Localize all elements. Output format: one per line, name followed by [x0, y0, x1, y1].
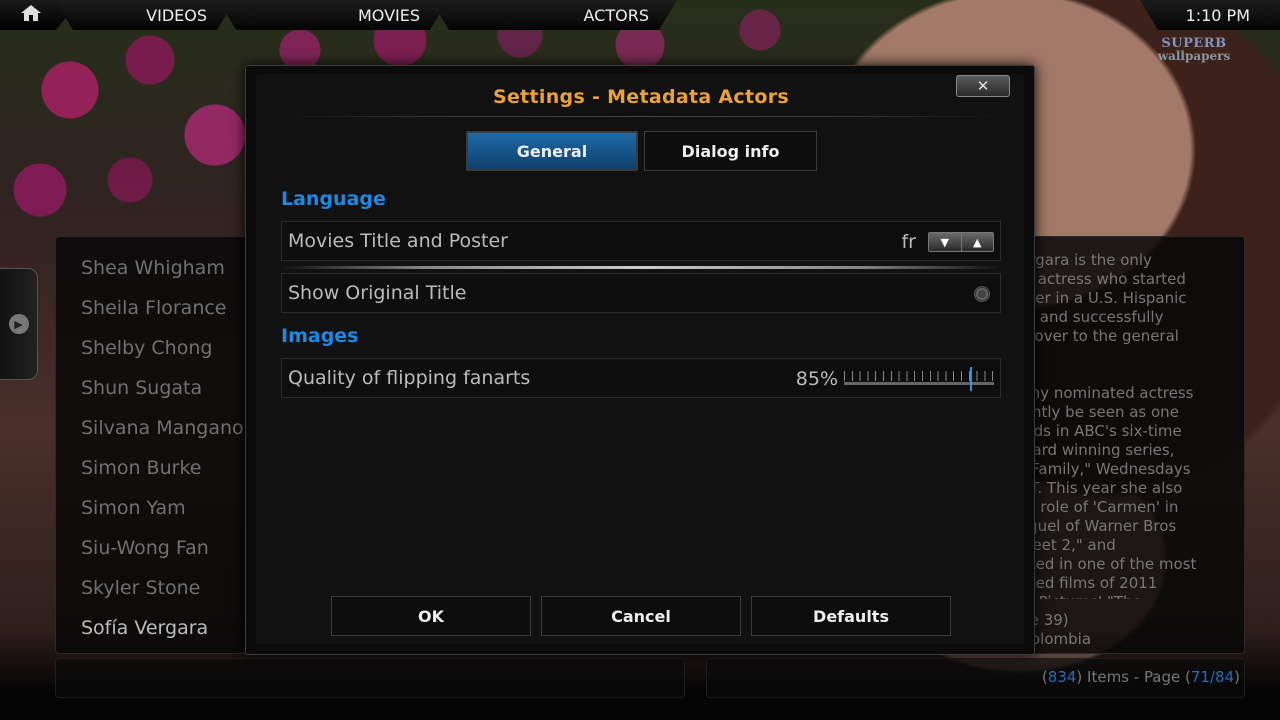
items-page-counter: (834) Items - Page (71/84)	[1041, 668, 1240, 686]
items-label: Items - Page	[1087, 668, 1181, 686]
section-heading-language: Language	[281, 188, 386, 210]
home-icon	[20, 4, 42, 26]
bottom-left-panel	[55, 658, 685, 698]
actor-info-panel: Vergara is the only nic actress who star…	[1000, 236, 1245, 654]
language-value: fr	[901, 231, 916, 253]
spin-up-icon[interactable]: ▲	[960, 233, 993, 251]
clock-time: 1:10 PM	[1185, 5, 1250, 25]
nav-videos[interactable]: VIDEOS	[55, 0, 235, 30]
nav-videos-label: VIDEOS	[146, 5, 207, 25]
cancel-label: Cancel	[611, 606, 671, 626]
page-current: 71	[1190, 668, 1210, 686]
side-menu-button[interactable]: ▶	[0, 268, 38, 380]
setting-label: Movies Title and Poster	[288, 230, 508, 252]
settings-dialog: Settings - Metadata Actors ✕ General Dia…	[245, 65, 1035, 655]
slider-handle[interactable]	[969, 367, 972, 391]
actor-birthplace: , Colombia	[1011, 630, 1092, 648]
quality-slider[interactable]	[844, 367, 994, 391]
close-button[interactable]: ✕	[956, 75, 1010, 97]
items-count: 834	[1047, 668, 1077, 686]
actors-list: Shea Whigham Sheila Florance Shelby Chon…	[55, 236, 275, 654]
tab-dialog-info-label: Dialog info	[681, 141, 780, 161]
slider-value: 85%	[795, 368, 838, 390]
defaults-label: Defaults	[813, 606, 889, 626]
nav-movies[interactable]: MOVIES	[218, 0, 448, 30]
watermark-line2: wallpapers	[1157, 49, 1231, 63]
actor-age: age 39)	[1011, 611, 1069, 629]
setting-label: Quality of flipping fanarts	[288, 367, 531, 389]
title-divider	[276, 116, 1006, 117]
focus-highlight	[281, 266, 1001, 269]
setting-movies-title-poster[interactable]: Movies Title and Poster fr ▼ ▲	[281, 221, 1001, 261]
actor-biography: Vergara is the only nic actress who star…	[1011, 251, 1197, 599]
actor-birth-info: age 39) , Colombia	[1011, 611, 1241, 649]
setting-label: Show Original Title	[288, 282, 467, 304]
ok-button[interactable]: OK	[331, 596, 531, 636]
top-bar: VIDEOS MOVIES ACTORS 1:10 PM	[0, 0, 1280, 30]
cancel-button[interactable]: Cancel	[541, 596, 741, 636]
ok-label: OK	[418, 606, 444, 626]
clock: 1:10 PM	[1140, 0, 1280, 30]
radio-toggle-icon[interactable]	[974, 286, 990, 302]
page-total: 84	[1215, 668, 1235, 686]
spin-down-icon[interactable]: ▼	[929, 233, 961, 251]
chevron-right-icon: ▶	[8, 314, 29, 334]
section-heading-images: Images	[281, 325, 359, 347]
tab-general[interactable]: General	[466, 131, 638, 171]
setting-fanart-quality[interactable]: Quality of flipping fanarts 85%	[281, 358, 1001, 398]
nav-actors-label: ACTORS	[583, 5, 649, 25]
tab-general-label: General	[516, 141, 588, 161]
close-icon: ✕	[976, 77, 990, 95]
language-spinner: ▼ ▲	[928, 232, 994, 252]
tab-dialog-info[interactable]: Dialog info	[644, 131, 817, 171]
watermark-logo: SUPERB wallpapers	[1148, 37, 1240, 63]
nav-actors[interactable]: ACTORS	[431, 0, 677, 30]
nav-movies-label: MOVIES	[357, 5, 420, 25]
dialog-title: Settings - Metadata Actors	[492, 86, 790, 108]
setting-show-original-title[interactable]: Show Original Title	[281, 273, 1001, 313]
defaults-button[interactable]: Defaults	[751, 596, 951, 636]
